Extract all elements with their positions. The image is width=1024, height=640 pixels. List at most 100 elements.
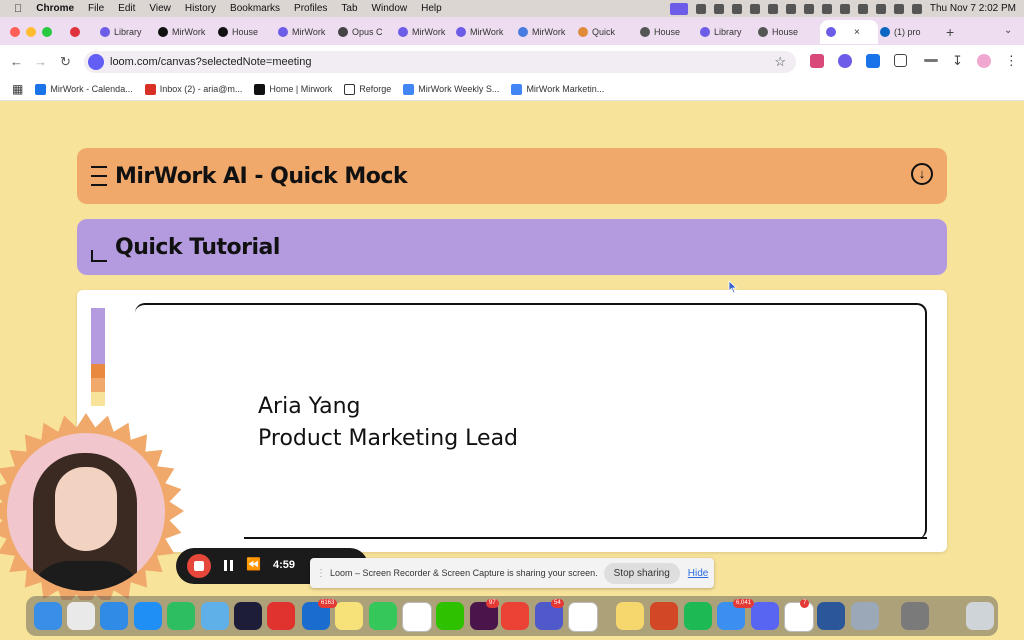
browser-tab[interactable]: House bbox=[218, 20, 276, 44]
forward-icon[interactable]: → bbox=[34, 54, 47, 69]
notes-icon[interactable] bbox=[335, 602, 363, 630]
title-bar[interactable]: MirWork AI - Quick Mock ↓ bbox=[77, 148, 947, 204]
profile-avatar[interactable] bbox=[976, 54, 991, 68]
messages-icon[interactable] bbox=[369, 602, 397, 630]
browser-tab[interactable]: (1) pro bbox=[880, 20, 938, 44]
linear-icon[interactable] bbox=[234, 602, 262, 630]
pause-icon[interactable] bbox=[224, 560, 227, 571]
rewind-icon[interactable]: ⏪ bbox=[246, 557, 261, 571]
app-store-icon[interactable] bbox=[134, 602, 162, 630]
extension-pink-icon[interactable] bbox=[810, 54, 824, 68]
user-icon[interactable] bbox=[875, 3, 886, 14]
battery-level-icon[interactable] bbox=[839, 3, 850, 14]
site-info-icon[interactable] bbox=[88, 54, 104, 70]
evernote-icon[interactable] bbox=[167, 602, 195, 630]
browser-tab[interactable]: House bbox=[640, 20, 698, 44]
bluetooth-icon[interactable] bbox=[785, 3, 796, 14]
input-source-icon[interactable] bbox=[821, 3, 832, 14]
control-center-icon[interactable] bbox=[911, 3, 922, 14]
extension-puzzle-icon[interactable] bbox=[866, 54, 880, 68]
calendar-icon[interactable] bbox=[784, 602, 814, 632]
extension-loom-icon[interactable] bbox=[838, 54, 852, 68]
safari-icon[interactable] bbox=[100, 602, 128, 630]
apple-icon[interactable]:  bbox=[14, 3, 22, 15]
photo-icon[interactable] bbox=[901, 602, 929, 630]
new-tab-button[interactable]: + bbox=[946, 24, 954, 40]
bookmark-star-icon[interactable]: ☆ bbox=[774, 54, 786, 70]
download-circle-icon[interactable]: ↓ bbox=[911, 163, 933, 185]
powerpoint-icon[interactable] bbox=[650, 602, 678, 630]
browser-tab[interactable]: MirWork bbox=[278, 20, 336, 44]
browser-tab[interactable]: Opus C bbox=[338, 20, 396, 44]
browser-tab[interactable]: MirWork bbox=[398, 20, 456, 44]
finder-icon[interactable] bbox=[34, 602, 62, 630]
battery-icon[interactable] bbox=[731, 3, 742, 14]
browser-tab[interactable]: MirWork bbox=[518, 20, 576, 44]
menu-datetime[interactable]: Thu Nov 7 2:02 PM bbox=[930, 3, 1016, 14]
browser-tab[interactable]: MirWork bbox=[158, 20, 216, 44]
close-tab-icon[interactable]: × bbox=[854, 27, 860, 38]
wechat-icon[interactable] bbox=[436, 602, 464, 630]
hamburger-icon[interactable] bbox=[91, 166, 107, 186]
apps-grid-icon[interactable]: ▦ bbox=[12, 82, 23, 96]
chrome-icon[interactable] bbox=[501, 602, 529, 630]
menu-window[interactable]: Window bbox=[372, 3, 408, 14]
reminders-icon[interactable] bbox=[568, 602, 598, 632]
discord-icon[interactable] bbox=[751, 602, 779, 630]
drag-handle-icon[interactable]: ⋮ bbox=[316, 568, 326, 579]
tab-search-icon[interactable]: ⌄ bbox=[1004, 25, 1012, 36]
shield-icon[interactable] bbox=[749, 3, 760, 14]
word-icon[interactable] bbox=[817, 602, 845, 630]
stickies-icon[interactable] bbox=[616, 602, 644, 630]
wifi-icon[interactable] bbox=[857, 3, 868, 14]
menu-edit[interactable]: Edit bbox=[118, 3, 135, 14]
browser-tab[interactable]: House bbox=[758, 20, 816, 44]
menu-help[interactable]: Help bbox=[421, 3, 442, 14]
browser-tab[interactable]: Library bbox=[700, 20, 758, 44]
bookmark-weekly[interactable]: MirWork Weekly S... bbox=[403, 83, 499, 95]
reload-icon[interactable]: ↻ bbox=[60, 54, 71, 70]
browser-tab[interactable]: Quick bbox=[578, 20, 636, 44]
loom-status-icon[interactable] bbox=[669, 2, 688, 15]
subtitle-bar[interactable]: Quick Tutorial bbox=[77, 219, 947, 275]
notion-icon[interactable] bbox=[402, 602, 432, 632]
menu-app-name[interactable]: Chrome bbox=[36, 3, 74, 14]
menu-profiles[interactable]: Profiles bbox=[294, 3, 327, 14]
activity-icon[interactable] bbox=[201, 602, 229, 630]
stop-sharing-button[interactable]: Stop sharing bbox=[603, 562, 680, 584]
grid-icon[interactable] bbox=[767, 3, 778, 14]
close-window-button[interactable] bbox=[10, 27, 20, 37]
bookmark-inbox[interactable]: Inbox (2) - aria@m... bbox=[144, 83, 242, 95]
bookmark-reforge[interactable]: Reforge bbox=[344, 83, 391, 95]
address-bar[interactable]: loom.com/canvas?selectedNote=meeting ☆ bbox=[84, 51, 796, 73]
menu-bookmarks[interactable]: Bookmarks bbox=[230, 3, 280, 14]
download-icon[interactable]: ↧ bbox=[952, 54, 963, 68]
hide-banner-link[interactable]: Hide bbox=[688, 568, 709, 579]
webcam-bubble[interactable] bbox=[7, 433, 165, 591]
trash-icon[interactable] bbox=[966, 602, 994, 630]
back-icon[interactable]: ← bbox=[10, 54, 23, 69]
wechat-status-icon[interactable] bbox=[695, 3, 706, 14]
sync-status-icon[interactable] bbox=[713, 3, 724, 14]
menu-view[interactable]: View bbox=[149, 3, 171, 14]
bookmark-calendar[interactable]: MirWork - Calenda... bbox=[35, 83, 133, 95]
bookmark-home[interactable]: Home | Mirwork bbox=[254, 83, 332, 95]
preview-icon[interactable] bbox=[851, 602, 879, 630]
minimize-window-button[interactable] bbox=[26, 27, 36, 37]
youdao-icon[interactable] bbox=[267, 602, 295, 630]
more-menu-icon[interactable]: ⋮ bbox=[1005, 54, 1018, 68]
browser-tab[interactable]: × bbox=[820, 20, 878, 44]
menu-file[interactable]: File bbox=[88, 3, 104, 14]
menu-tab[interactable]: Tab bbox=[341, 3, 357, 14]
stop-recording-button[interactable] bbox=[187, 554, 211, 578]
extensions-menu-icon[interactable] bbox=[894, 54, 907, 67]
spotify-icon[interactable] bbox=[684, 602, 712, 630]
search-icon[interactable] bbox=[893, 3, 904, 14]
address-url[interactable]: loom.com/canvas?selectedNote=meeting bbox=[110, 56, 311, 68]
launchpad-icon[interactable] bbox=[67, 602, 95, 630]
menu-history[interactable]: History bbox=[185, 3, 216, 14]
browser-tab[interactable]: Library bbox=[100, 20, 158, 44]
browser-tab[interactable]: MirWork bbox=[456, 20, 514, 44]
zoom-window-button[interactable] bbox=[42, 27, 52, 37]
play-icon[interactable] bbox=[803, 3, 814, 14]
